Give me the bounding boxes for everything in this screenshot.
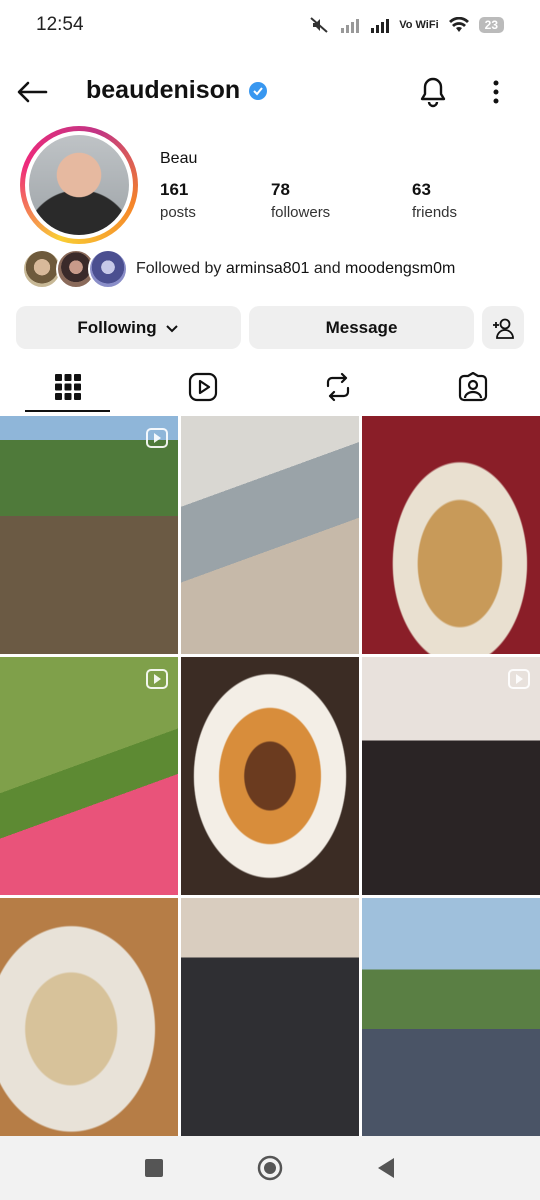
tab-tagged[interactable] [405,362,540,412]
followed-and: and [313,260,341,277]
followed-by-prefix: Followed by [136,260,222,277]
square-icon [145,1159,163,1177]
stat-friends-label: friends [412,204,458,221]
status-time: 12:54 [36,14,84,35]
post-thumbnail[interactable] [181,416,359,654]
avatar-image [29,135,129,235]
status-bar: 12:54 Vo WiFi 23 [0,0,540,50]
profile-header: beaudenison [0,66,540,116]
add-person-icon [493,318,514,339]
username-text: beaudenison [86,76,241,104]
back-button[interactable] [14,74,50,110]
signal-icon [371,19,390,33]
verified-badge-icon [249,81,268,100]
mute-icon [310,17,328,33]
message-button[interactable]: Message [249,306,474,349]
arrow-left-icon [17,81,48,103]
post-thumbnail[interactable] [0,898,178,1136]
reels-icon [188,372,217,402]
reel-badge-icon [508,669,530,689]
stat-posts[interactable]: 161 posts [160,180,271,221]
tab-reels[interactable] [135,362,270,412]
followed-by-text: Followed by arminsa801 and moodengsm0m [136,260,455,278]
wifi-icon [448,17,469,32]
stat-followers[interactable]: 78 followers [271,180,382,221]
tagged-person-icon [458,372,487,402]
posts-grid [0,416,540,1136]
bell-icon [420,77,446,108]
message-label: Message [325,317,398,337]
more-options-button[interactable] [482,73,510,111]
battery-icon: 23 [478,17,504,33]
repost-icon [326,372,349,402]
suggested-people-button[interactable] [482,306,524,349]
grid-icon [54,374,81,400]
profile-username: beaudenison [86,76,268,105]
recents-button[interactable] [139,1153,169,1183]
following-label: Following [77,317,157,337]
notifications-button[interactable] [414,73,452,111]
triangle-back-icon [378,1158,394,1178]
post-thumbnail[interactable] [181,898,359,1136]
post-thumbnail[interactable] [362,416,540,654]
tab-posts-grid[interactable] [0,362,135,412]
more-vertical-icon [493,80,499,104]
stat-posts-value: 161 [160,180,189,199]
profile-section: Beau 161 posts 78 followers 63 friends F… [0,124,540,294]
circle-home-icon [257,1155,283,1181]
back-nav-button[interactable] [371,1153,401,1183]
following-button[interactable]: Following [16,306,241,349]
mutual-avatar [88,249,128,289]
home-button[interactable] [255,1153,285,1183]
followed-by-row[interactable]: Followed by arminsa801 and moodengsm0m [22,249,455,289]
stat-friends[interactable]: 63 friends [412,180,523,221]
avatar-border [25,131,133,239]
profile-stats: 161 posts 78 followers 63 friends [160,180,523,221]
profile-actions: Following Message [16,306,524,350]
mutual-avatars [22,249,128,289]
followed-user-2: moodengsm0m [345,260,456,277]
post-thumbnail[interactable] [362,657,540,895]
stat-followers-value: 78 [271,180,290,199]
system-nav-bar [0,1136,540,1200]
profile-tabs [0,362,540,412]
no-signal-icon [341,19,360,33]
profile-avatar[interactable] [20,126,138,244]
status-icons: Vo WiFi 23 [309,16,504,34]
vowifi-label: Vo WiFi [399,19,439,31]
post-thumbnail[interactable] [0,657,178,895]
stat-followers-label: followers [271,204,331,221]
stat-friends-value: 63 [412,180,431,199]
tab-reposts[interactable] [270,362,405,412]
post-thumbnail[interactable] [362,898,540,1136]
followed-user-1: arminsa801 [225,260,310,277]
reel-badge-icon [146,669,168,689]
reel-badge-icon [146,428,168,448]
post-thumbnail[interactable] [0,416,178,654]
display-name: Beau [160,150,198,167]
post-thumbnail[interactable] [181,657,359,895]
stat-posts-label: posts [160,204,196,221]
chevron-down-icon [165,324,178,332]
